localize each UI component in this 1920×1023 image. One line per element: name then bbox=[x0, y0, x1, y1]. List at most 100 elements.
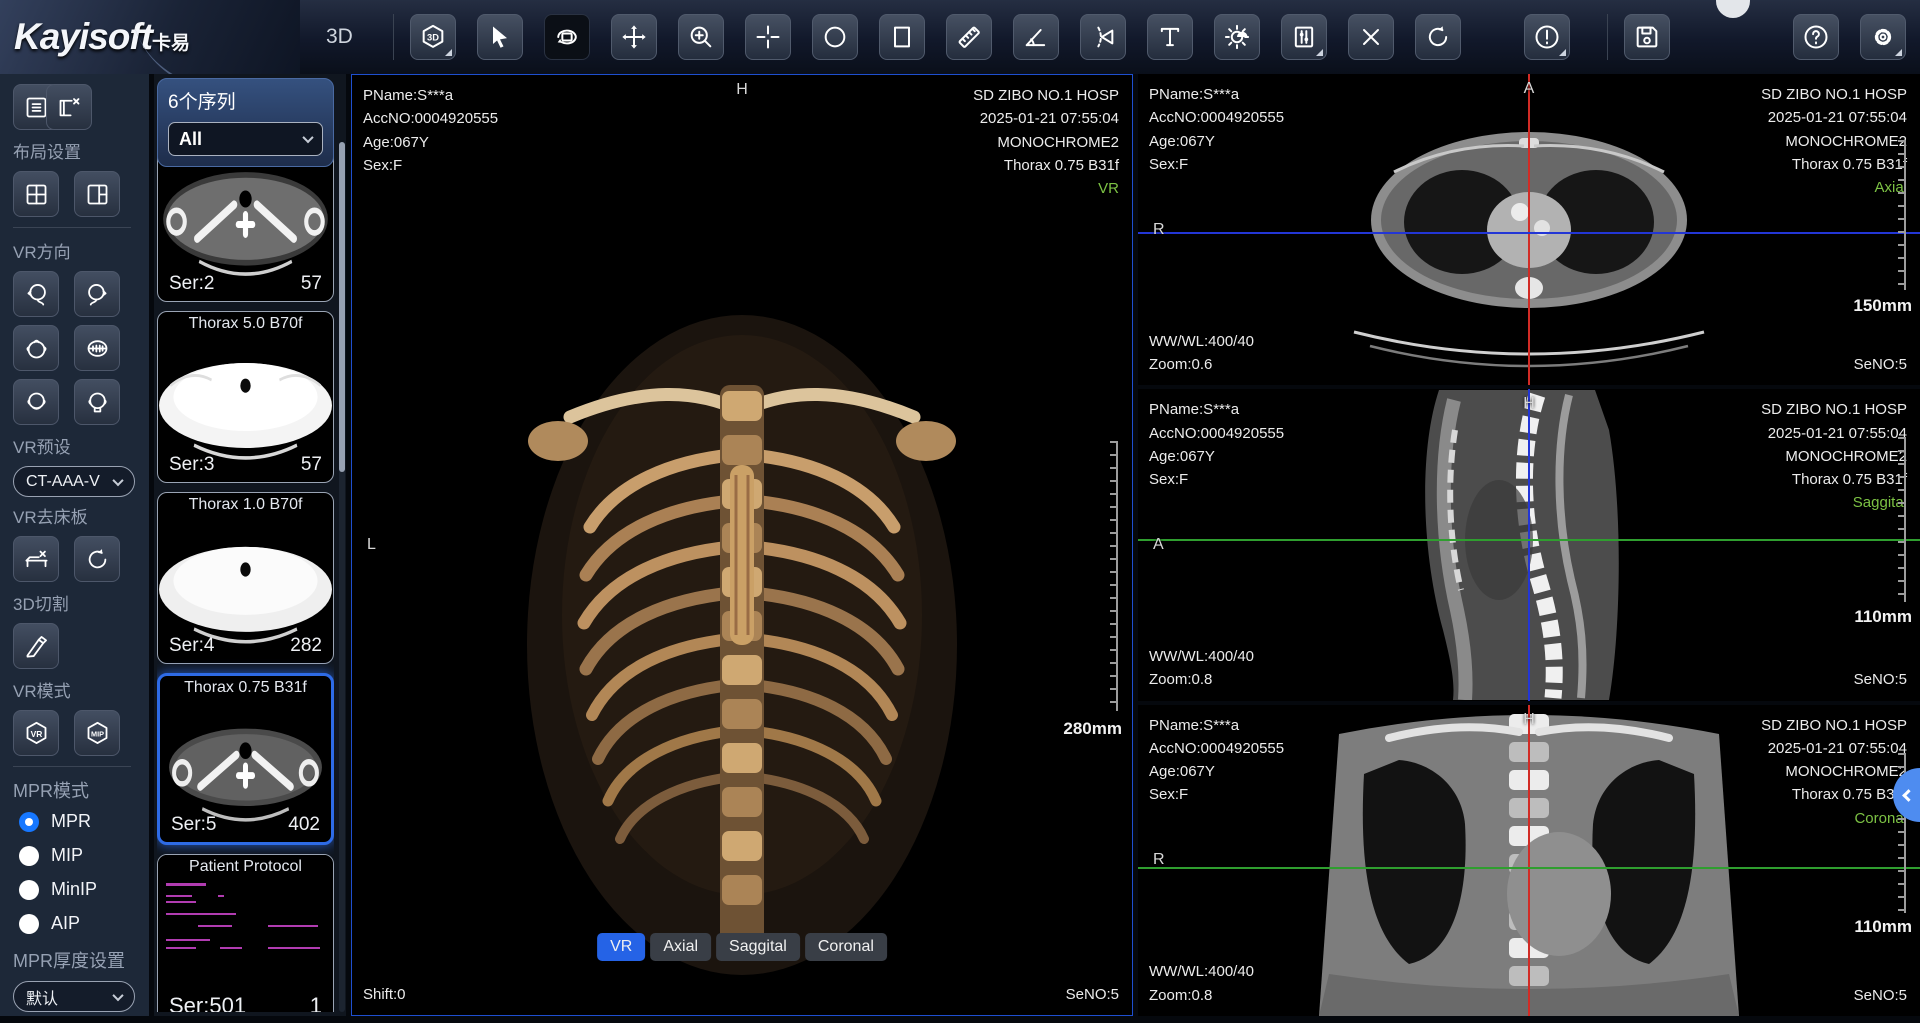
vr-head-front-button[interactable] bbox=[74, 379, 120, 425]
view-button-saggital[interactable]: Saggital bbox=[716, 933, 800, 961]
vr-mode-mip-button[interactable]: MIP bbox=[74, 710, 120, 756]
tool-delete-button[interactable] bbox=[1348, 14, 1394, 60]
tool-settings-button[interactable] bbox=[1860, 14, 1906, 60]
view-button-axial[interactable]: Axial bbox=[650, 933, 711, 961]
tool-info-button[interactable] bbox=[1524, 14, 1570, 60]
vr-head-front-teeth-button[interactable] bbox=[74, 325, 120, 371]
tool-pan-button[interactable] bbox=[611, 14, 657, 60]
vr-viewport[interactable]: PName:S***a AccNO:0004920555 Age:067Y Se… bbox=[351, 74, 1133, 1016]
series-filter-select[interactable]: All bbox=[168, 122, 323, 156]
tool-ellipse-button[interactable] bbox=[812, 14, 858, 60]
bed-reset-button[interactable] bbox=[74, 536, 120, 582]
photometric: MONOCHROME2 bbox=[1761, 130, 1907, 153]
photometric: MONOCHROME2 bbox=[1761, 445, 1907, 468]
mpr-thickness-label: MPR厚度设置 bbox=[13, 947, 149, 973]
series-image-count: 57 bbox=[301, 273, 322, 295]
series-number: Ser:4 bbox=[169, 635, 214, 657]
series-thumbnail-selected[interactable]: Thorax 0.75 B31f Ser:5 402 bbox=[157, 673, 334, 845]
radio-minip-label: MinIP bbox=[51, 879, 97, 900]
tool-window-level-button[interactable] bbox=[1281, 14, 1327, 60]
toolbar-separator bbox=[393, 14, 394, 60]
patient-name: PName:S***a bbox=[1149, 83, 1284, 106]
head-right-icon bbox=[84, 281, 111, 308]
series-no-label: SeNO:5 bbox=[1854, 668, 1907, 691]
layout-delete-button[interactable] bbox=[46, 84, 92, 130]
crosshair-coronal-line[interactable] bbox=[1138, 232, 1920, 234]
vr-mode-vr-button[interactable]: VR bbox=[13, 710, 59, 756]
tool-save-button[interactable] bbox=[1624, 14, 1670, 60]
delete-x-icon bbox=[1357, 23, 1385, 51]
svg-text:VR: VR bbox=[30, 728, 42, 738]
patient-name: PName:S***a bbox=[363, 84, 498, 107]
saggital-viewport[interactable]: PName:S***a AccNO:0004920555 Age:067Y Se… bbox=[1138, 389, 1920, 700]
chevron-left-icon bbox=[1902, 789, 1915, 802]
photometric: MONOCHROME2 bbox=[973, 131, 1119, 154]
study-info-overlay: SD ZIBO NO.1 HOSP 2025-01-21 07:55:04 MO… bbox=[973, 84, 1119, 200]
radio-aip[interactable]: AIP bbox=[19, 913, 149, 934]
vr-head-left-button[interactable] bbox=[13, 271, 59, 317]
remove-bed-button[interactable] bbox=[13, 536, 59, 582]
avatar[interactable] bbox=[1716, 0, 1750, 18]
tool-3d-view-button[interactable]: 3D bbox=[410, 14, 456, 60]
study-info-overlay: SD ZIBO NO.1 HOSP 2025-01-21 07:55:04 MO… bbox=[1761, 714, 1907, 830]
vr-head-right-button[interactable] bbox=[74, 271, 120, 317]
axial-viewport[interactable]: PName:S***a AccNO:0004920555 Age:067Y Se… bbox=[1138, 74, 1920, 385]
tool-crosshair-button[interactable] bbox=[745, 14, 791, 60]
tool-reset-button[interactable] bbox=[1415, 14, 1461, 60]
vr-head-back-button[interactable] bbox=[13, 379, 59, 425]
crosshair-sagittal-line[interactable] bbox=[1528, 74, 1530, 385]
coronal-viewport[interactable]: PName:S***a AccNO:0004920555 Age:067Y Se… bbox=[1138, 705, 1920, 1016]
radio-mip[interactable]: MIP bbox=[19, 845, 149, 866]
series-thumbnail[interactable]: Thorax 1.0 B70f Ser:4 282 bbox=[157, 492, 334, 664]
tool-ruler-button[interactable] bbox=[946, 14, 992, 60]
patient-sex: Sex:F bbox=[1149, 783, 1284, 806]
crosshair-axial-line[interactable] bbox=[1138, 867, 1920, 869]
cube-3d-icon: 3D bbox=[419, 23, 447, 51]
mpr-thickness-select[interactable]: 默认 bbox=[13, 981, 135, 1012]
radio-mpr[interactable]: MPR bbox=[19, 811, 149, 832]
rectangle-icon bbox=[888, 23, 916, 51]
series-thumbnail[interactable]: Thorax 5.0 B70f Ser:3 57 bbox=[157, 311, 334, 483]
tool-magnify-button[interactable] bbox=[678, 14, 724, 60]
left-sidebar: 布局设置 VR方向 bbox=[0, 74, 149, 1016]
study-info-overlay: SD ZIBO NO.1 HOSP 2025-01-21 07:55:04 MO… bbox=[1761, 83, 1907, 199]
radio-minip[interactable]: MinIP bbox=[19, 879, 149, 900]
vr-head-top-button[interactable] bbox=[13, 325, 59, 371]
crosshair-sagittal-line[interactable] bbox=[1528, 705, 1530, 1016]
vr-preset-value: CT-AAA-V bbox=[26, 473, 100, 491]
tool-cursor-button[interactable] bbox=[477, 14, 523, 60]
crosshair-sagittal-line[interactable] bbox=[1528, 389, 1530, 700]
layout-grid-button[interactable] bbox=[13, 171, 59, 217]
tool-rectangle-button[interactable] bbox=[879, 14, 925, 60]
view-plane-label: Axial bbox=[1761, 176, 1907, 199]
vr-preset-select[interactable]: CT-AAA-V bbox=[13, 466, 135, 497]
tool-brightness-button[interactable] bbox=[1214, 14, 1260, 60]
layout-split-button[interactable] bbox=[74, 171, 120, 217]
patient-protocol-image bbox=[158, 855, 333, 1012]
workspace: 布局设置 VR方向 bbox=[0, 74, 1920, 1023]
tool-text-button[interactable] bbox=[1147, 14, 1193, 60]
series-title: Thorax 0.75 B31f bbox=[160, 679, 331, 697]
series-scrollbar-thumb[interactable] bbox=[339, 142, 345, 472]
mpr-column: PName:S***a AccNO:0004920555 Age:067Y Se… bbox=[1138, 74, 1920, 1016]
radio-circle bbox=[19, 914, 39, 934]
svg-text:3D: 3D bbox=[427, 33, 439, 43]
crosshair-axial-line[interactable] bbox=[1138, 539, 1920, 541]
tool-help-button[interactable] bbox=[1793, 14, 1839, 60]
scalpel-button[interactable] bbox=[13, 623, 59, 669]
orientation-left-label: L bbox=[367, 536, 376, 554]
reset-icon bbox=[1424, 23, 1452, 51]
hospital-name: SD ZIBO NO.1 HOSP bbox=[973, 84, 1119, 107]
view-button-coronal[interactable]: Coronal bbox=[805, 933, 887, 961]
study-datetime: 2025-01-21 07:55:04 bbox=[1761, 106, 1907, 129]
series-thumbnail[interactable]: Patient Protocol Ser:501 1 bbox=[157, 854, 334, 1012]
series-image-count: 402 bbox=[288, 814, 320, 836]
tool-rotate-3d-button[interactable] bbox=[544, 14, 590, 60]
scale-ruler bbox=[1110, 441, 1118, 711]
cut-3d-label: 3D切割 bbox=[13, 590, 149, 615]
series-scrollbar-track[interactable] bbox=[339, 142, 345, 1012]
view-button-vr[interactable]: VR bbox=[597, 933, 645, 961]
patient-name: PName:S***a bbox=[1149, 714, 1284, 737]
tool-angle-button[interactable] bbox=[1013, 14, 1059, 60]
tool-cobb-angle-button[interactable] bbox=[1080, 14, 1126, 60]
